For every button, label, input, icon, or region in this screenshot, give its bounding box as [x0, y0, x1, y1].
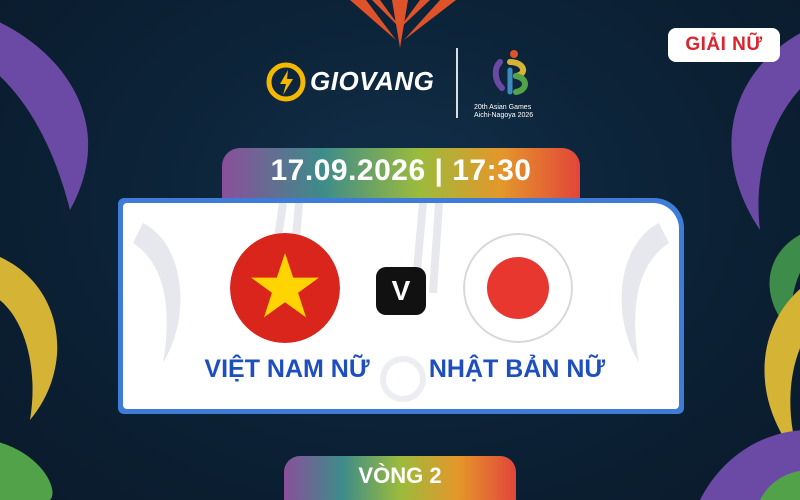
datetime-separator: | [434, 154, 444, 187]
category-badge-label: GIẢI NỮ [685, 34, 763, 55]
match-datetime: 17.09.2026 | 17:30 [222, 154, 580, 188]
vietnam-flag-icon [230, 233, 340, 343]
asian-games-caption-line1: 20th Asian Games [474, 104, 532, 111]
match-card: V VIỆT NAM NỮ NHẬT BẢN NỮ [123, 203, 679, 409]
purple-crescent-top-left [0, 22, 88, 210]
round-label: VÒNG 2 [358, 463, 442, 488]
logo-divider [456, 48, 458, 118]
home-team-name: VIỆT NAM NỮ [204, 355, 370, 383]
versus-icon: V [376, 267, 426, 315]
japan-flag-icon [463, 233, 573, 343]
asian-games-caption-line2: Aichi-Nagoya 2026 [474, 112, 534, 119]
asian-games-emblem-icon [492, 50, 528, 95]
header-logos: GIOVANG 20th Asian Games Aichi-Nagoya 20… [262, 48, 562, 120]
match-date: 17.09.2026 [270, 154, 426, 187]
giovang-logo-icon [266, 62, 306, 102]
away-team-name: NHẬT BẢN NỮ [428, 355, 606, 383]
yellow-crescent-left [0, 257, 58, 420]
versus-label: V [391, 275, 411, 306]
category-badge: GIẢI NỮ [668, 28, 780, 62]
giovang-logo-text: GIOVANG [310, 66, 435, 96]
asian-games-caption: 20th Asian Games Aichi-Nagoya 2026 [474, 104, 558, 120]
green-shape-left [0, 442, 53, 500]
match-time: 17:30 [452, 154, 532, 187]
orange-burst-top [350, 0, 456, 48]
